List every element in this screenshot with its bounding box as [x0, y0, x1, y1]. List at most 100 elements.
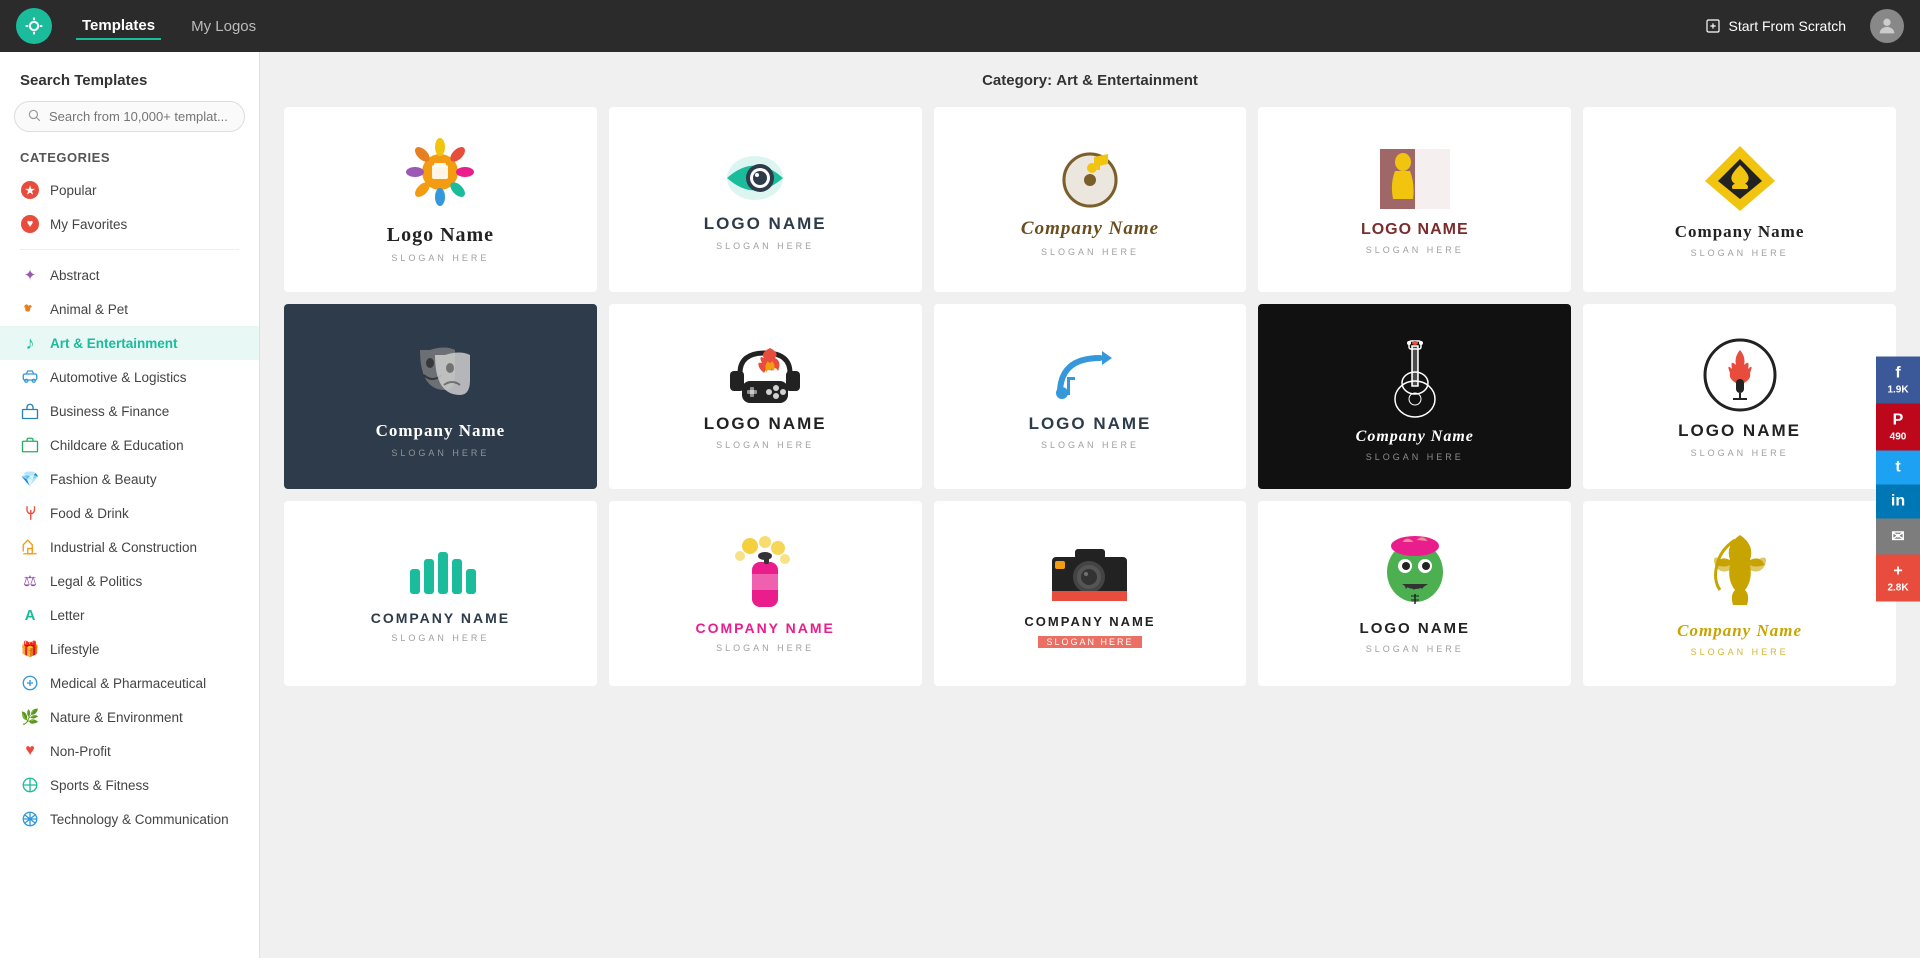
template-card[interactable]: COMPANY NAME Slogan Here [609, 501, 922, 686]
template-card[interactable]: LOGO NAME Slogan Here [1583, 304, 1896, 489]
sidebar-item-technology[interactable]: Technology & Communication [0, 802, 259, 836]
twitter-share-button[interactable]: t [1876, 451, 1920, 485]
pinterest-icon: P [1893, 412, 1904, 430]
slogan-11: Slogan Here [391, 633, 489, 643]
template-card[interactable]: Company Name slogan here [1258, 304, 1571, 489]
sidebar-item-letter[interactable]: A Letter [0, 598, 259, 632]
sidebar-item-legal[interactable]: ⚖ Legal & Politics [0, 564, 259, 598]
search-box[interactable] [14, 101, 245, 132]
logo-name-2: LOGO NAME [704, 214, 827, 234]
logo-name-12: COMPANY NAME [696, 620, 835, 637]
slogan-14: Slogan Here [1366, 644, 1464, 654]
main-content: Category: Art & Entertainment [260, 52, 1920, 958]
nav-my-logos[interactable]: My Logos [185, 14, 262, 39]
sidebar-item-favorites[interactable]: ♥ My Favorites [0, 207, 259, 241]
slogan-12: Slogan Here [716, 643, 814, 653]
logo-name-13: COMPANY NAME [1024, 614, 1155, 630]
sidebar-item-nature[interactable]: 🌿 Nature & Environment [0, 700, 259, 734]
nav-templates[interactable]: Templates [76, 13, 161, 40]
search-icon [27, 108, 41, 125]
pinterest-share-button[interactable]: P 490 [1876, 404, 1920, 451]
facebook-share-button[interactable]: f 1.9K [1876, 357, 1920, 404]
logo-name-7: LOGO NAME [704, 414, 827, 434]
animal-icon [20, 299, 40, 319]
app-logo[interactable] [16, 8, 52, 44]
slogan-5: Slogan Here [1691, 248, 1789, 258]
template-card[interactable]: Company Name Slogan Here [1583, 107, 1896, 292]
facebook-icon: f [1895, 365, 1900, 383]
template-card[interactable]: COMPANY NAME Slogan Here [934, 501, 1247, 686]
user-avatar[interactable] [1870, 9, 1904, 43]
food-icon [20, 503, 40, 523]
fashion-icon: 💎 [20, 469, 40, 489]
email-share-button[interactable]: ✉ [1876, 519, 1920, 555]
template-card[interactable]: LOGO NAME Slogan Here [1258, 107, 1571, 292]
medical-icon [20, 673, 40, 693]
plus-icon: + [1893, 563, 1902, 581]
sidebar-item-business[interactable]: Business & Finance [0, 394, 259, 428]
template-card[interactable]: COMPANY NAME Slogan Here [284, 501, 597, 686]
logo-name-10: LOGO NAME [1678, 421, 1801, 441]
logo-name-11: COMPANY NAME [371, 610, 510, 627]
sidebar-item-automotive[interactable]: Automotive & Logistics [0, 360, 259, 394]
linkedin-icon: in [1891, 493, 1905, 511]
template-card[interactable]: Company Name Slogan Here [1583, 501, 1896, 686]
template-card[interactable]: LOGO NAME Slogan Here [1258, 501, 1571, 686]
art-icon: ♪ [20, 333, 40, 353]
twitter-icon: t [1895, 459, 1900, 477]
abstract-icon: ✦ [20, 265, 40, 285]
template-card[interactable]: Logo Name Slogan Here [284, 107, 597, 292]
logo-name-1: Logo Name [387, 223, 494, 247]
logo-name-6: Company Name [376, 421, 506, 441]
template-card[interactable]: LOGO NAME Slogan Here [934, 304, 1247, 489]
sidebar-item-childcare[interactable]: Childcare & Education [0, 428, 259, 462]
favorites-icon: ♥ [20, 214, 40, 234]
sidebar-divider [20, 249, 239, 250]
sidebar-item-fashion[interactable]: 💎 Fashion & Beauty [0, 462, 259, 496]
layout: Search Templates Categories ★ Popular ♥ … [0, 52, 1920, 958]
slogan-1: Slogan Here [391, 253, 489, 263]
sports-icon [20, 775, 40, 795]
sidebar-item-medical[interactable]: Medical & Pharmaceutical [0, 666, 259, 700]
sidebar-item-lifestyle[interactable]: 🎁 Lifestyle [0, 632, 259, 666]
automotive-icon [20, 367, 40, 387]
logo-name-14: LOGO NAME [1360, 620, 1471, 638]
categories-title: Categories [0, 150, 259, 173]
topnav: Templates My Logos Start From Scratch [0, 0, 1920, 52]
linkedin-share-button[interactable]: in [1876, 485, 1920, 519]
template-grid: Logo Name Slogan Here LOGO NAME [284, 107, 1896, 686]
sidebar-item-sports[interactable]: Sports & Fitness [0, 768, 259, 802]
logo-name-8: LOGO NAME [1029, 414, 1152, 434]
slogan-2: Slogan Here [716, 241, 814, 251]
letter-icon: A [20, 605, 40, 625]
legal-icon: ⚖ [20, 571, 40, 591]
template-card[interactable]: Company Name Slogan Here [934, 107, 1247, 292]
sidebar-item-abstract[interactable]: ✦ Abstract [0, 258, 259, 292]
template-card[interactable]: Company Name Slogan Here [284, 304, 597, 489]
search-input[interactable] [49, 109, 232, 124]
popular-icon: ★ [20, 180, 40, 200]
sidebar: Search Templates Categories ★ Popular ♥ … [0, 52, 260, 958]
sidebar-item-industrial[interactable]: Industrial & Construction [0, 530, 259, 564]
slogan-15: Slogan Here [1691, 647, 1789, 657]
sidebar-item-animal[interactable]: Animal & Pet [0, 292, 259, 326]
industrial-icon [20, 537, 40, 557]
sidebar-item-nonprofit[interactable]: ♥ Non-Profit [0, 734, 259, 768]
email-icon: ✉ [1891, 527, 1904, 547]
sidebar-item-food[interactable]: Food & Drink [0, 496, 259, 530]
slogan-6: Slogan Here [391, 448, 489, 458]
logo-name-9: Company Name [1356, 427, 1474, 446]
template-card[interactable]: LOGO NAME Slogan Here [609, 107, 922, 292]
sidebar-item-popular[interactable]: ★ Popular [0, 173, 259, 207]
slogan-4: Slogan Here [1366, 245, 1464, 255]
slogan-3: Slogan Here [1041, 247, 1139, 257]
nature-icon: 🌿 [20, 707, 40, 727]
logo-name-3: Company Name [1021, 218, 1159, 241]
start-from-scratch-button[interactable]: Start From Scratch [1705, 18, 1846, 34]
logo-name-15: Company Name [1677, 621, 1802, 641]
sidebar-item-art[interactable]: ♪ Art & Entertainment [0, 326, 259, 360]
plus-share-button[interactable]: + 2.8K [1876, 555, 1920, 602]
business-icon [20, 401, 40, 421]
nonprofit-icon: ♥ [20, 741, 40, 761]
template-card[interactable]: LOGO NAME Slogan Here [609, 304, 922, 489]
